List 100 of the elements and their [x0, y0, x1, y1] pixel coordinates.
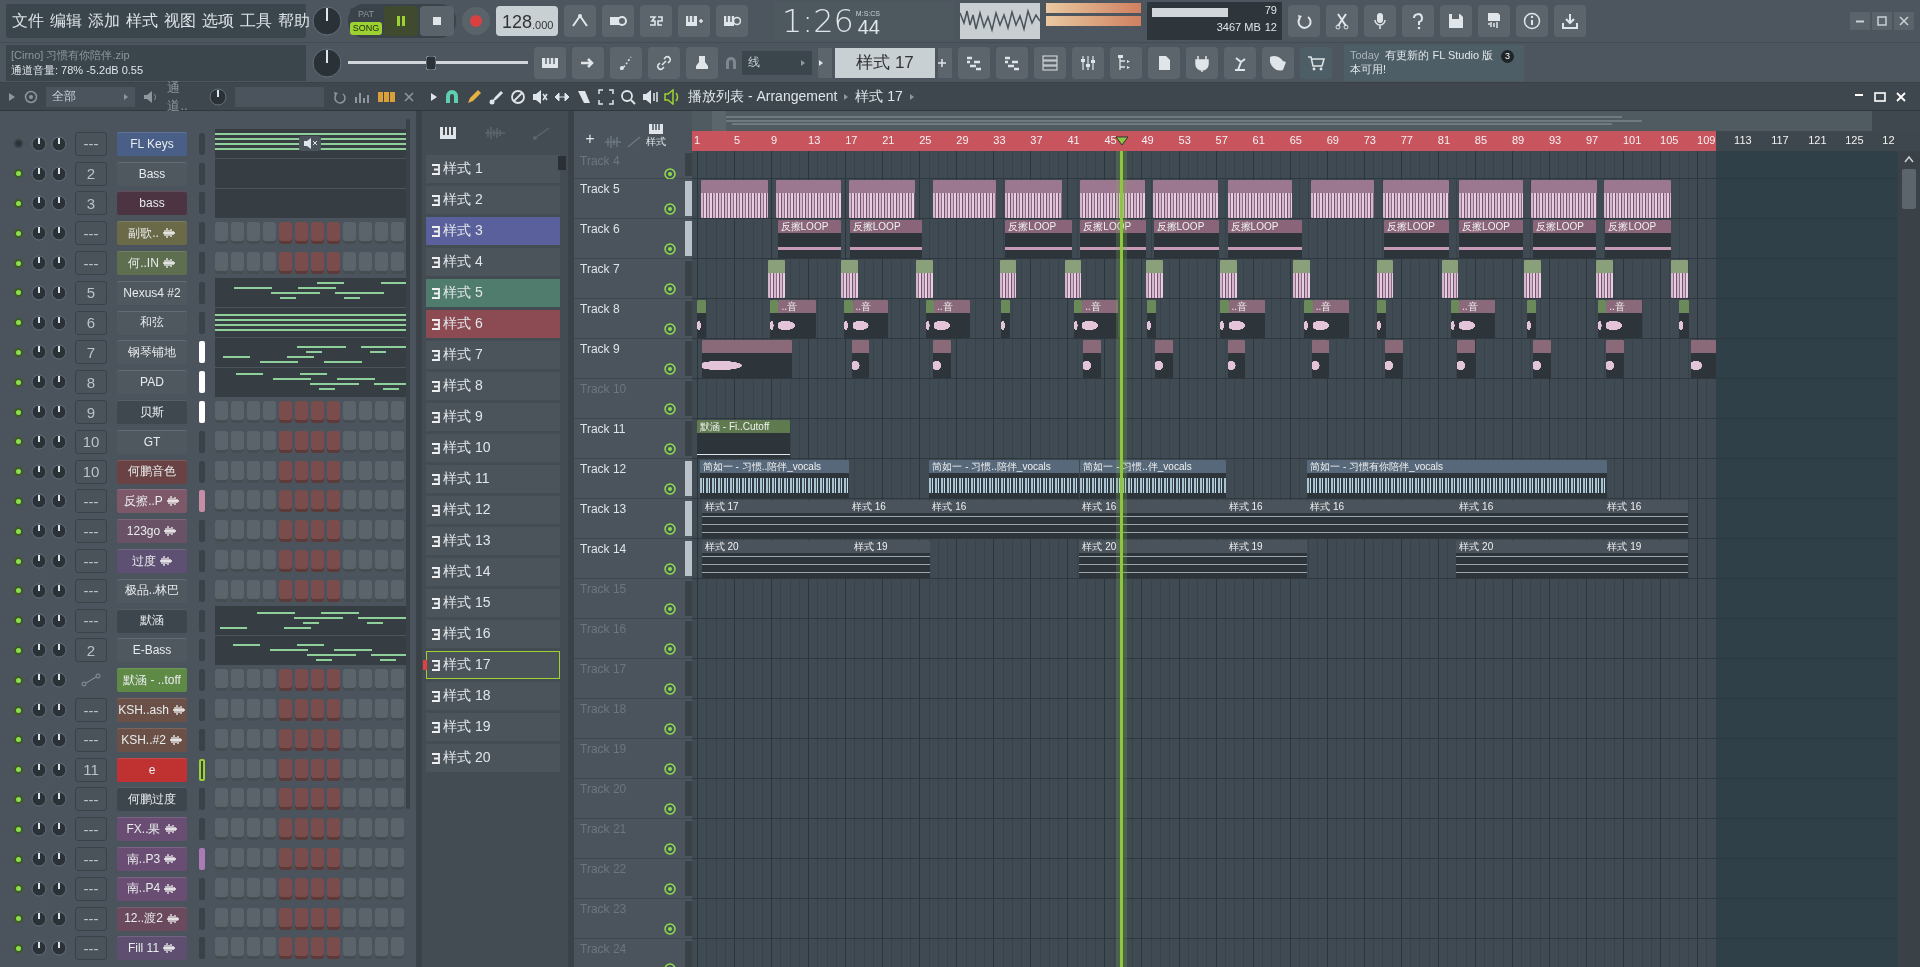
- filter-dropdown[interactable]: 全部: [46, 86, 136, 107]
- pattern-item[interactable]: 样式 11: [426, 465, 560, 493]
- mixer-track-field[interactable]: 6: [75, 310, 107, 335]
- audio-clip[interactable]: 反擦LOOP: [1227, 220, 1302, 258]
- mixer-track-field[interactable]: ---: [75, 251, 107, 276]
- automation-clip[interactable]: 默涵 - Fi..Cutoff: [697, 420, 790, 458]
- menu-item[interactable]: 选项: [200, 10, 236, 32]
- channel-button[interactable]: 极品..林巴: [117, 578, 187, 603]
- audio-clip[interactable]: 反擦LOOP: [1005, 220, 1072, 258]
- channel-button[interactable]: 南..P3: [117, 847, 187, 871]
- pattern-clip[interactable]: 样式 16: [1079, 500, 1226, 538]
- audio-clip[interactable]: 反擦LOOP: [1533, 220, 1597, 258]
- pattern-clip[interactable]: 样式 19: [850, 540, 931, 578]
- channel-button[interactable]: 何..IN: [117, 251, 187, 276]
- menu-item[interactable]: 帮助: [276, 10, 312, 32]
- mixer-track-field[interactable]: 10: [75, 429, 107, 454]
- channel-button[interactable]: Bass: [117, 161, 187, 186]
- audio-clip[interactable]: ..音: [934, 300, 971, 338]
- mixer-track-field[interactable]: 5: [75, 280, 107, 305]
- pattern-clip[interactable]: 样式 16: [1604, 500, 1688, 538]
- channel-button[interactable]: KSH..#2: [117, 727, 187, 752]
- pattern-item[interactable]: 样式 13: [426, 527, 560, 555]
- pattern-item[interactable]: 样式 2: [426, 186, 560, 214]
- channel-button[interactable]: 和弦: [117, 310, 187, 335]
- pattern-clip[interactable]: 样式 16: [1307, 500, 1457, 538]
- audio-clip[interactable]: 反擦LOOP: [1605, 220, 1672, 258]
- audio-clip[interactable]: ..音: [852, 300, 888, 338]
- channel-button[interactable]: 反擦..P: [117, 489, 187, 514]
- mixer-track-field[interactable]: 2: [75, 161, 107, 186]
- pattern-clip[interactable]: 样式 19: [1225, 540, 1308, 578]
- pattern-item[interactable]: 样式 20: [426, 744, 560, 772]
- pattern-item[interactable]: 样式 6: [426, 310, 560, 338]
- audio-clip[interactable]: ..音: [1606, 300, 1643, 338]
- pattern-clip[interactable]: 样式 17: [701, 500, 849, 538]
- pattern-clip[interactable]: 样式 20: [1456, 540, 1605, 578]
- mixer-track-field[interactable]: 3: [75, 191, 107, 216]
- pattern-item[interactable]: 样式 19: [426, 713, 560, 741]
- pattern-clip[interactable]: 样式 20: [701, 540, 851, 578]
- channel-button[interactable]: 12..渡2: [117, 906, 187, 931]
- mixer-track-field[interactable]: ---: [75, 489, 107, 514]
- channel-button[interactable]: E-Bass: [117, 638, 187, 663]
- audio-clip[interactable]: ..音: [1312, 300, 1349, 338]
- mixer-track-field[interactable]: 8: [75, 370, 107, 395]
- mixer-track-field[interactable]: 9: [75, 400, 107, 425]
- audio-clip[interactable]: 反擦LOOP: [849, 220, 922, 258]
- mixer-track-field[interactable]: 10: [75, 459, 107, 484]
- channel-button[interactable]: 副歌..: [117, 221, 187, 246]
- menu-item[interactable]: 添加: [86, 10, 122, 32]
- mixer-track-field[interactable]: ---: [75, 727, 107, 752]
- pattern-clip[interactable]: 样式 20: [1079, 540, 1226, 578]
- channel-button[interactable]: 默涵: [117, 608, 187, 633]
- pattern-item[interactable]: 样式 4: [426, 248, 560, 276]
- mixer-track-field[interactable]: 7: [75, 340, 107, 365]
- pattern-item[interactable]: 样式 16: [426, 620, 560, 648]
- menu-item[interactable]: 样式: [124, 10, 160, 32]
- mixer-track-field[interactable]: ---: [75, 847, 107, 871]
- mixer-track-field[interactable]: ---: [75, 876, 107, 901]
- menu-item[interactable]: 工具: [238, 10, 274, 32]
- audio-clip[interactable]: ..音: [778, 300, 816, 338]
- channel-button[interactable]: FX..果: [117, 817, 187, 842]
- audio-clip[interactable]: 简如一 - 习惯..陪伴_vocals: [929, 460, 1080, 498]
- pattern-clip[interactable]: 样式 16: [1456, 500, 1605, 538]
- pattern-selector[interactable]: 样式 17: [835, 47, 935, 78]
- channel-button[interactable]: Nexus4 #2: [117, 280, 187, 305]
- news-panel[interactable]: Today 有更新的 FL Studio 版本可用! 3: [1344, 44, 1524, 81]
- audio-clip[interactable]: 反擦LOOP: [1459, 220, 1523, 258]
- menu-item[interactable]: 视图: [162, 10, 198, 32]
- channel-button[interactable]: e: [117, 757, 187, 782]
- channel-button[interactable]: 默涵 - ..toff: [117, 668, 187, 693]
- audio-clip[interactable]: 反擦LOOP: [1153, 220, 1220, 258]
- pattern-item[interactable]: 样式 9: [426, 403, 560, 431]
- mixer-track-field[interactable]: ---: [75, 906, 107, 931]
- channel-button[interactable]: bass: [117, 191, 187, 216]
- add-track-button[interactable]: +: [580, 129, 600, 149]
- audio-clip[interactable]: 反擦LOOP: [1384, 220, 1449, 258]
- mixer-track-field[interactable]: ---: [75, 817, 107, 842]
- pattern-item[interactable]: 样式 12: [426, 496, 560, 524]
- channel-button[interactable]: 钢琴铺地: [117, 340, 187, 365]
- snap-dropdown[interactable]: 线: [742, 50, 812, 75]
- mixer-track-field[interactable]: ---: [75, 578, 107, 603]
- pattern-item[interactable]: 样式 7: [426, 341, 560, 369]
- audio-clip[interactable]: 简如一 - 习惯..伴_vocals: [1080, 460, 1226, 498]
- pattern-item[interactable]: 样式 14: [426, 558, 560, 586]
- audio-clip[interactable]: ..音: [1459, 300, 1496, 338]
- pattern-item[interactable]: 样式 3: [426, 217, 560, 245]
- pattern-item[interactable]: 样式 18: [426, 682, 560, 710]
- mixer-track-field[interactable]: ---: [75, 131, 107, 156]
- mixer-track-field[interactable]: ---: [75, 221, 107, 246]
- pattern-item[interactable]: 样式 10: [426, 434, 560, 462]
- channel-button[interactable]: 贝斯: [117, 400, 187, 425]
- mixer-track-field[interactable]: ---: [75, 549, 107, 574]
- mixer-track-field[interactable]: ---: [75, 519, 107, 544]
- audio-clip[interactable]: 简如一 - 习惯..陪伴_vocals: [699, 460, 849, 498]
- channel-button[interactable]: GT: [117, 429, 187, 454]
- mixer-track-field[interactable]: ---: [75, 936, 107, 961]
- menu-item[interactable]: 文件: [10, 10, 46, 32]
- pattern-item[interactable]: 样式 8: [426, 372, 560, 400]
- pattern-clip[interactable]: 样式 16: [1225, 500, 1308, 538]
- channel-button[interactable]: 123go: [117, 519, 187, 544]
- audio-clip[interactable]: 简如一 - 习惯有你陪伴_vocals: [1307, 460, 1608, 498]
